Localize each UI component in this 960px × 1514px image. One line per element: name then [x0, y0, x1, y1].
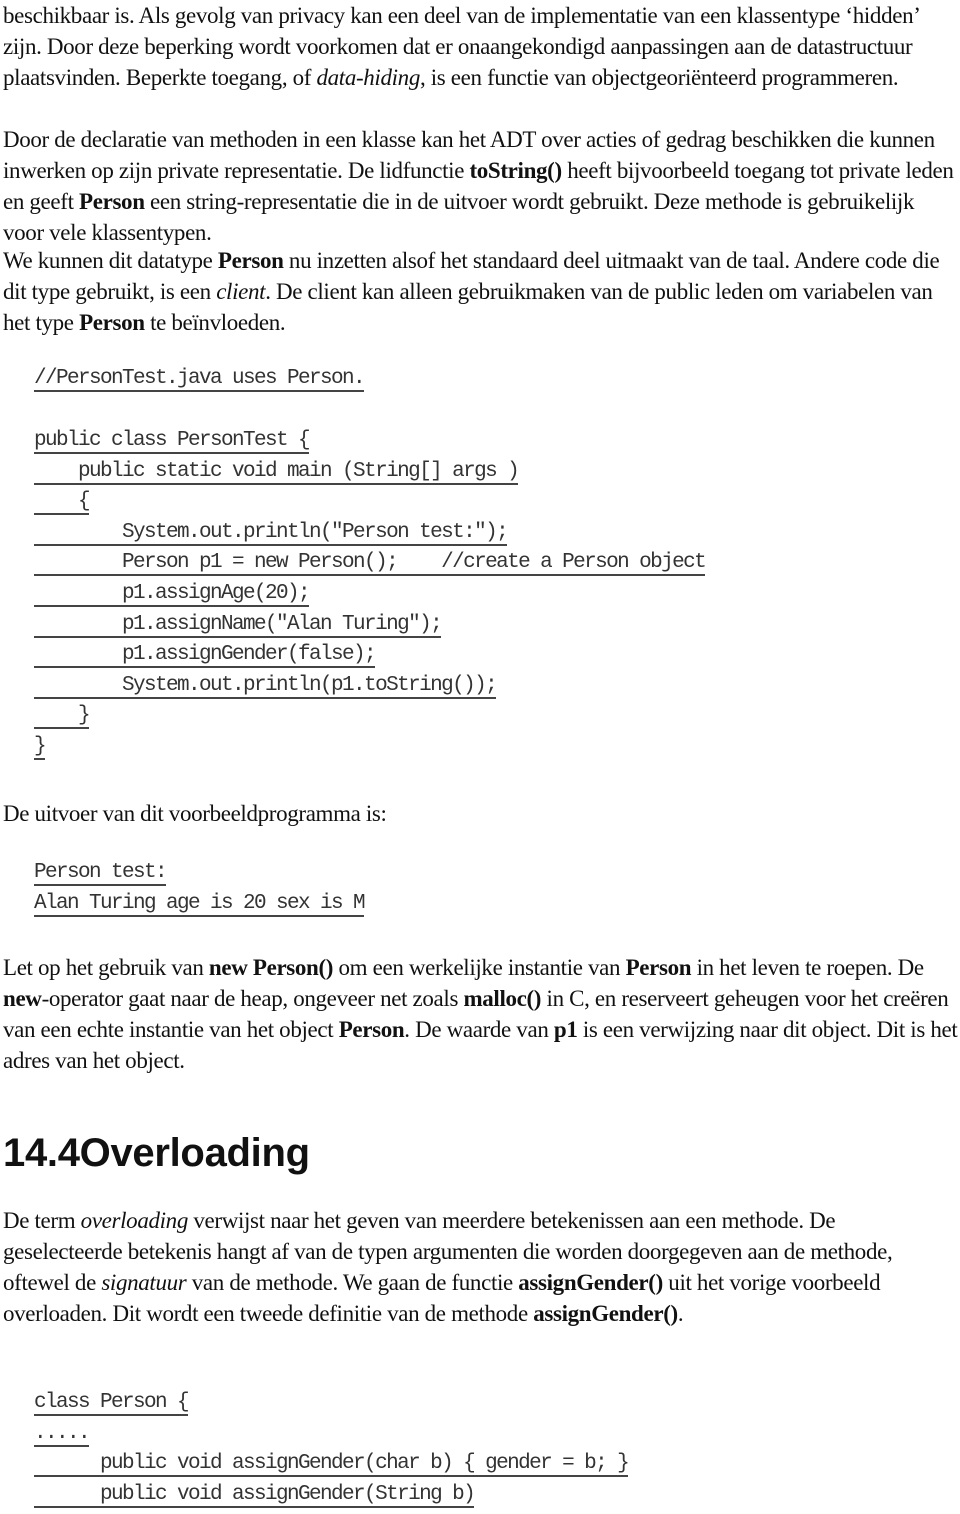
code-line-text: public class PersonTest { [34, 429, 311, 454]
code-line-text: } [34, 704, 91, 730]
code-line: public class PersonTest { [34, 426, 705, 457]
code-block-output: Person test: Alan Turing age is 20 sex is… [34, 858, 366, 920]
text-run: Let op het gebruik van [3, 955, 209, 980]
code-line: //PersonTest.java uses Person. [34, 364, 366, 395]
text-run: -operator gaat naar de heap, ongeveer ne… [41, 986, 464, 1011]
paragraph-privacy: beschikbaar is. Als gevolg van privacy k… [3, 0, 958, 93]
bold-term: assignGender() [533, 1301, 678, 1326]
text-run: . [677, 1301, 684, 1326]
bold-term: malloc() [463, 986, 542, 1011]
bold-term: Person [79, 189, 145, 214]
text-run: We kunnen dit datatype [3, 248, 218, 273]
code-line-text: Person test: [34, 861, 168, 886]
bold-term: toString() [469, 158, 562, 183]
bold-term: new [3, 986, 42, 1011]
code-line-text: p1.assignAge(20); [34, 581, 311, 607]
code-line: public void assignGender(String b) [34, 1480, 628, 1511]
text-run: in het leven te roepen. De [691, 955, 925, 980]
italic-term: overloading [80, 1208, 189, 1233]
italic-term: client [216, 279, 266, 304]
text-run: De uitvoer van dit voorbeeldprogramma is… [3, 801, 387, 826]
code-line-text: } [34, 734, 47, 760]
code-line: Person test: [34, 858, 364, 889]
bold-term: Person [625, 955, 692, 980]
code-line-text: public static void main (String[] args ) [34, 459, 520, 485]
text-run: De term [3, 1208, 81, 1233]
italic-term: data-hiding [316, 65, 420, 90]
bold-term: Person [79, 310, 145, 335]
code-line: System.out.println(p1.toString()); [34, 671, 705, 702]
code-line: System.out.println("Person test:"); [34, 518, 705, 549]
text-run: , is een functie van objectgeoriënteerd … [419, 65, 899, 90]
code-line: p1.assignAge(20); [34, 579, 705, 610]
code-line: } [34, 732, 705, 763]
paragraph-client: We kunnen dit datatype Person nu inzette… [3, 245, 958, 338]
code-line-text: ..... [34, 1421, 91, 1447]
text-run: te beïnvloeden. [144, 310, 286, 335]
code-line-text: p1.assignGender(false); [34, 643, 377, 669]
text-run: van de methode. We gaan de functie [186, 1270, 519, 1295]
bold-term: Person [217, 248, 284, 273]
italic-term: signatuur [101, 1270, 187, 1295]
paragraph-methods: Door de declaratie van methoden in een k… [3, 124, 958, 248]
text-run: . De waarde van [404, 1017, 554, 1042]
bold-term: p1 [553, 1017, 578, 1042]
code-line-text: p1.assignName("Alan Turing"); [34, 612, 443, 638]
text-run: om een werkelijke instantie van [333, 955, 626, 980]
code-block-overload: class Person {..... public void assignGe… [34, 1388, 630, 1511]
section-heading: 14.4Overloading [3, 1131, 310, 1175]
code-line: { [34, 487, 705, 518]
code-line: public static void main (String[] args ) [34, 457, 705, 488]
code-line-text: class Person { [34, 1391, 190, 1416]
code-block-persontest: public class PersonTest { public static … [34, 426, 707, 763]
paragraph-overloading: De term overloading verwijst naar het ge… [3, 1205, 958, 1329]
code-line-text: public void assignGender(String b) [34, 1482, 476, 1508]
code-line-text: System.out.println(p1.toString()); [34, 673, 498, 699]
code-line: Alan Turing age is 20 sex is M [34, 889, 366, 920]
code-line-text: public void assignGender(char b) { gende… [34, 1452, 630, 1478]
code-line: } [34, 701, 705, 732]
code-comment: //PersonTest.java uses Person. [34, 364, 366, 395]
code-line-text: //PersonTest.java uses Person. [34, 367, 366, 392]
bold-term: assignGender() [518, 1270, 663, 1295]
paragraph-output-intro: De uitvoer van dit voorbeeldprogramma is… [3, 798, 958, 829]
code-line: p1.assignName("Alan Turing"); [34, 610, 705, 641]
bold-term: Person [338, 1017, 405, 1042]
code-line: Person p1 = new Person(); //create a Per… [34, 548, 707, 579]
code-line: ..... [34, 1419, 628, 1450]
code-line-text: { [34, 490, 91, 516]
code-line-text: Alan Turing age is 20 sex is M [34, 891, 366, 917]
code-line-text: System.out.println("Person test:"); [34, 520, 509, 546]
code-line-text: Person p1 = new Person(); //create a Per… [34, 551, 707, 577]
paragraph-new-operator: Let op het gebruik van new Person() om e… [3, 952, 958, 1076]
code-line: p1.assignGender(false); [34, 640, 705, 671]
bold-term: new Person() [208, 955, 334, 980]
code-line: public void assignGender(char b) { gende… [34, 1449, 630, 1480]
code-line: class Person { [34, 1388, 628, 1419]
